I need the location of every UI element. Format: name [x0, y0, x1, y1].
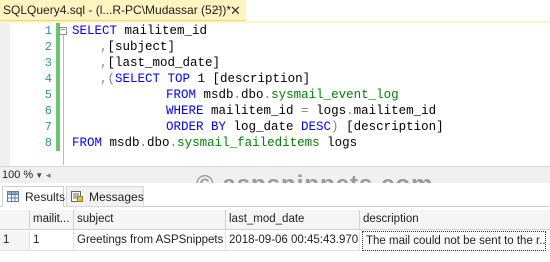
code-line-5: 5 FROM msdb.dbo.sysmail_event_log: [0, 87, 550, 103]
line-number: 3: [44, 56, 52, 70]
code-text[interactable]: WHERE mailitem_id = logs.mailitem_id: [166, 103, 436, 119]
code-line-1: 1 − SELECT mailitem_id: [0, 23, 550, 39]
row-number[interactable]: 1: [0, 231, 30, 251]
tab-results[interactable]: Results: [2, 186, 66, 207]
code-text[interactable]: ,[subject]: [100, 39, 175, 55]
chevron-down-icon: ▼: [35, 171, 44, 180]
zoom-value: 100 %: [2, 169, 34, 181]
change-marker: [56, 135, 60, 151]
scroll-left-icon[interactable]: ◂: [46, 169, 54, 181]
code-line-7: 7 ORDER BY log_date DESC) [description]: [0, 119, 550, 135]
tab-messages-label: Messages: [89, 190, 144, 204]
line-number: 8: [44, 136, 52, 150]
code-line-8: 8 FROM msdb.dbo.sysmail_faileditems logs: [0, 135, 550, 151]
change-marker: [56, 55, 60, 71]
code-text[interactable]: SELECT mailitem_id: [72, 23, 207, 39]
code-line-4: 4 ,(SELECT TOP 1 [description]: [0, 71, 550, 87]
tab-results-label: Results: [25, 190, 66, 204]
change-marker: [56, 119, 60, 135]
line-number: 5: [44, 88, 52, 102]
change-marker: [56, 87, 60, 103]
code-line-6: 6 WHERE mailitem_id = logs.mailitem_id: [0, 103, 550, 119]
column-header-mailitem-id[interactable]: mailit...: [30, 210, 74, 230]
query-document-tab[interactable]: SQLQuery4.sql - (l...R-PC\Mudassar (52))…: [0, 0, 246, 21]
results-grid[interactable]: mailit... subject last_mod_date descript…: [0, 207, 550, 262]
line-number: 7: [44, 120, 52, 134]
query-tab-title: SQLQuery4.sql - (l...R-PC\Mudassar (52))…: [3, 3, 232, 17]
column-header-subject[interactable]: subject: [74, 210, 226, 230]
fold-toggle-icon[interactable]: −: [59, 27, 67, 35]
cell-description[interactable]: The mail could not be sent to the r...: [362, 231, 546, 251]
code-text[interactable]: ORDER BY log_date DESC) [description]: [166, 119, 444, 135]
column-header-rownum[interactable]: [0, 210, 30, 230]
column-header-last-mod-date[interactable]: last_mod_date: [226, 210, 360, 230]
code-line-3: 3 ,[last_mod_date]: [0, 55, 550, 71]
close-icon[interactable]: ✕: [230, 0, 241, 21]
line-number: 1: [44, 24, 52, 38]
results-grid-icon: [7, 191, 19, 202]
code-text[interactable]: ,[last_mod_date]: [100, 55, 220, 71]
line-number: 4: [44, 72, 52, 86]
code-text[interactable]: FROM msdb.dbo.sysmail_event_log: [166, 87, 399, 103]
tab-messages[interactable]: Messages: [66, 186, 144, 207]
change-marker: [56, 39, 60, 55]
change-marker: [56, 71, 60, 87]
zoom-dropdown[interactable]: 100 % ▼: [2, 167, 43, 183]
line-number: 2: [44, 40, 52, 54]
code-text[interactable]: FROM msdb.dbo.sysmail_faileditems logs: [72, 135, 357, 151]
table-row[interactable]: 1 1 Greetings from ASPSnippets 2018-09-0…: [0, 231, 550, 251]
change-marker: [56, 103, 60, 119]
document-tab-strip: SQLQuery4.sql - (l...R-PC\Mudassar (52))…: [0, 0, 550, 21]
messages-icon: [71, 191, 83, 202]
cell-subject[interactable]: Greetings from ASPSnippets: [74, 231, 226, 251]
code-text[interactable]: ,(SELECT TOP 1 [description]: [100, 71, 310, 87]
code-line-2: 2 ,[subject]: [0, 39, 550, 55]
results-tab-strip: Results Messages: [0, 183, 550, 207]
line-number: 6: [44, 104, 52, 118]
column-header-description[interactable]: description: [360, 210, 550, 230]
cell-last-mod-date[interactable]: 2018-09-06 00:45:43.970: [226, 231, 360, 251]
sql-editor[interactable]: 1 − SELECT mailitem_id 2 ,[subject] 3 ,[…: [0, 23, 550, 166]
pin-icon[interactable]: ⊣: [212, 0, 222, 21]
cell-mailitem-id[interactable]: 1: [30, 231, 74, 251]
grid-header-row: mailit... subject last_mod_date descript…: [0, 210, 550, 230]
